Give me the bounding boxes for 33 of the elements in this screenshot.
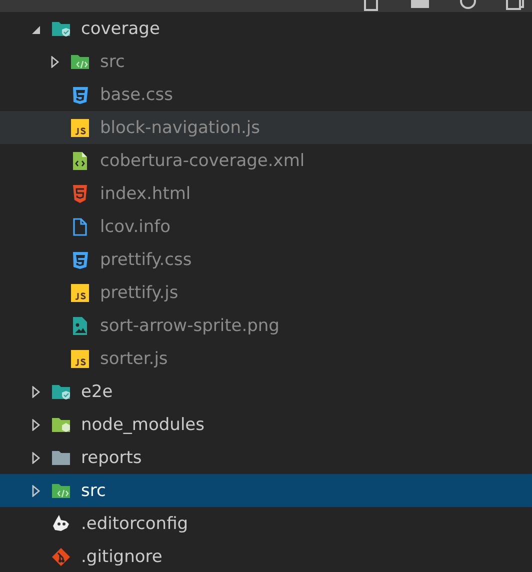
collapsed-caret-icon[interactable] bbox=[31, 452, 41, 464]
tree-item[interactable]: coverage bbox=[0, 12, 532, 45]
tree-item[interactable]: block-navigation.js bbox=[0, 111, 532, 144]
collapsed-caret-icon[interactable] bbox=[31, 418, 41, 430]
tree-item[interactable]: index.html bbox=[0, 177, 532, 210]
mascot-icon bbox=[51, 514, 71, 534]
css-icon bbox=[70, 250, 90, 270]
tree-item[interactable]: reports bbox=[0, 441, 532, 474]
tree-item[interactable]: prettify.css bbox=[0, 243, 532, 276]
collapsed-caret-icon[interactable] bbox=[31, 484, 41, 496]
tree-item[interactable]: base.css bbox=[0, 78, 532, 111]
file-icon bbox=[70, 216, 90, 236]
git-icon bbox=[51, 546, 71, 566]
collapsed-caret-icon[interactable] bbox=[31, 386, 41, 398]
js-icon bbox=[70, 282, 90, 302]
css-icon bbox=[70, 84, 90, 104]
tree-item[interactable]: cobertura-coverage.xml bbox=[0, 144, 532, 177]
tree-item[interactable]: sort-arrow-sprite.png bbox=[0, 309, 532, 342]
tree-item[interactable]: prettify.js bbox=[0, 276, 532, 309]
html-icon bbox=[70, 184, 90, 204]
tree-item[interactable]: .gitignore bbox=[0, 540, 532, 572]
js-icon bbox=[70, 118, 90, 138]
code-file-icon bbox=[70, 150, 90, 170]
tree-item[interactable]: lcov.info bbox=[0, 210, 532, 243]
tree-item[interactable]: src bbox=[0, 45, 532, 78]
tree-item[interactable]: e2e bbox=[0, 375, 532, 408]
image-file-icon bbox=[70, 316, 90, 336]
js-icon bbox=[70, 348, 90, 368]
tree-item[interactable]: src bbox=[0, 474, 532, 507]
tree-item[interactable]: node_modules bbox=[0, 408, 532, 441]
collapsed-caret-icon[interactable] bbox=[50, 56, 60, 68]
tree-item[interactable]: sorter.js bbox=[0, 342, 532, 375]
tree-item[interactable]: .editorconfig bbox=[0, 507, 532, 540]
